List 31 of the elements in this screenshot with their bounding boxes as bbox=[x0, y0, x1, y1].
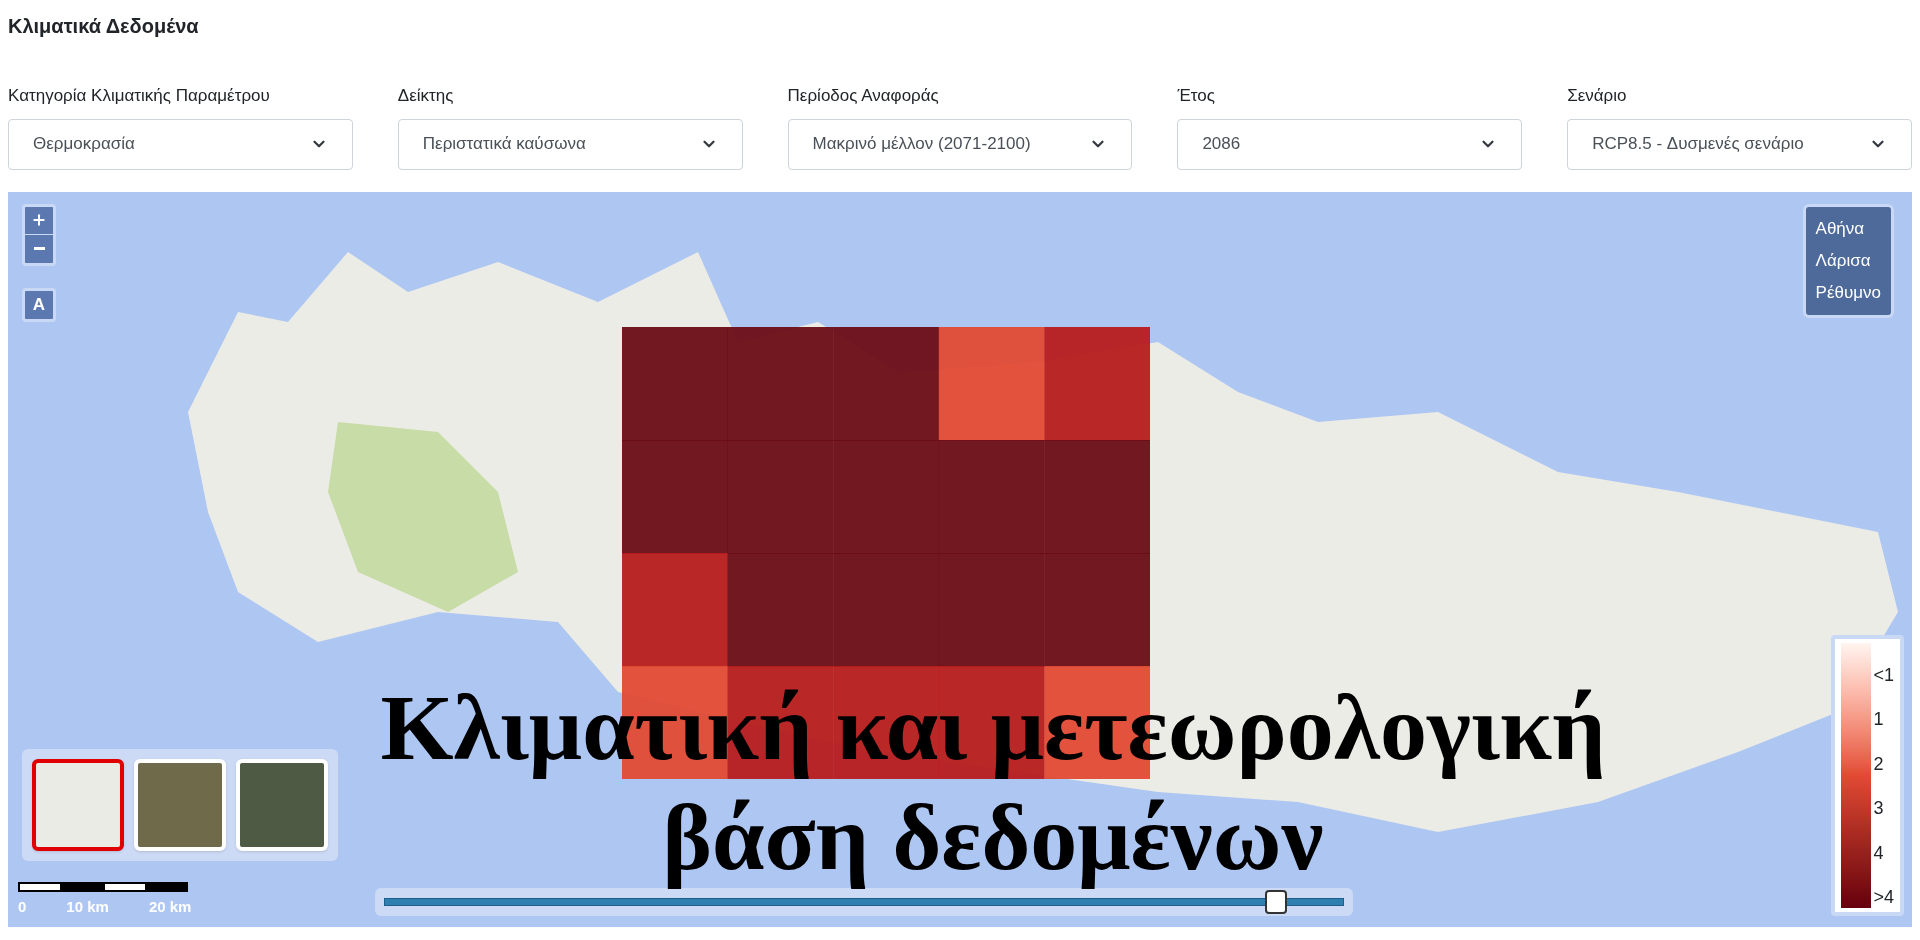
legend-label: 1 bbox=[1873, 709, 1885, 730]
filter-select[interactable]: Περιστατικά καύσωνα bbox=[397, 118, 743, 170]
filter-select[interactable]: 2086 bbox=[1177, 118, 1523, 170]
page-title: Κλιματικά Δεδομένα bbox=[8, 14, 200, 39]
plus-icon bbox=[31, 212, 47, 228]
legend-label: 4 bbox=[1873, 842, 1885, 863]
filter-label: Περίοδος Αναφοράς bbox=[787, 85, 940, 107]
legend-label: 3 bbox=[1873, 798, 1885, 819]
city-link[interactable]: Ρέθυμνο bbox=[1815, 276, 1881, 309]
city-link[interactable]: Αθήνα bbox=[1815, 212, 1881, 245]
scale-label: 20 km bbox=[148, 896, 192, 917]
filter-select[interactable]: Μακρινό μέλλον (2071-2100) bbox=[787, 118, 1133, 170]
filter-label: Σενάριο bbox=[1567, 85, 1628, 107]
zoom-in-button[interactable] bbox=[25, 206, 53, 235]
zoom-out-button[interactable] bbox=[25, 234, 53, 263]
scale-label: 10 km bbox=[66, 896, 109, 917]
minus-icon bbox=[33, 247, 45, 250]
filter-label: Δείκτης bbox=[397, 85, 455, 107]
slider-thumb[interactable] bbox=[1264, 889, 1287, 914]
legend-label: >4 bbox=[1873, 887, 1894, 908]
scale-label: 0 bbox=[18, 896, 27, 917]
basemap-thumbnail[interactable] bbox=[32, 758, 124, 851]
filter-label: Κατηγορία Κλιματικής Παραμέτρου bbox=[8, 85, 271, 107]
legend-label: <1 bbox=[1873, 664, 1894, 685]
filter-label: Έτος bbox=[1177, 85, 1216, 107]
legend-label: 2 bbox=[1873, 753, 1885, 774]
layer-button[interactable]: A bbox=[22, 287, 56, 322]
city-link[interactable]: Λάρισα bbox=[1815, 244, 1881, 277]
filter-select[interactable]: RCP8.5 - Δυσμενές σενάριο bbox=[1567, 118, 1912, 170]
filter-select[interactable]: Θερμοκρασία bbox=[8, 118, 353, 170]
time-slider[interactable] bbox=[375, 887, 1353, 916]
